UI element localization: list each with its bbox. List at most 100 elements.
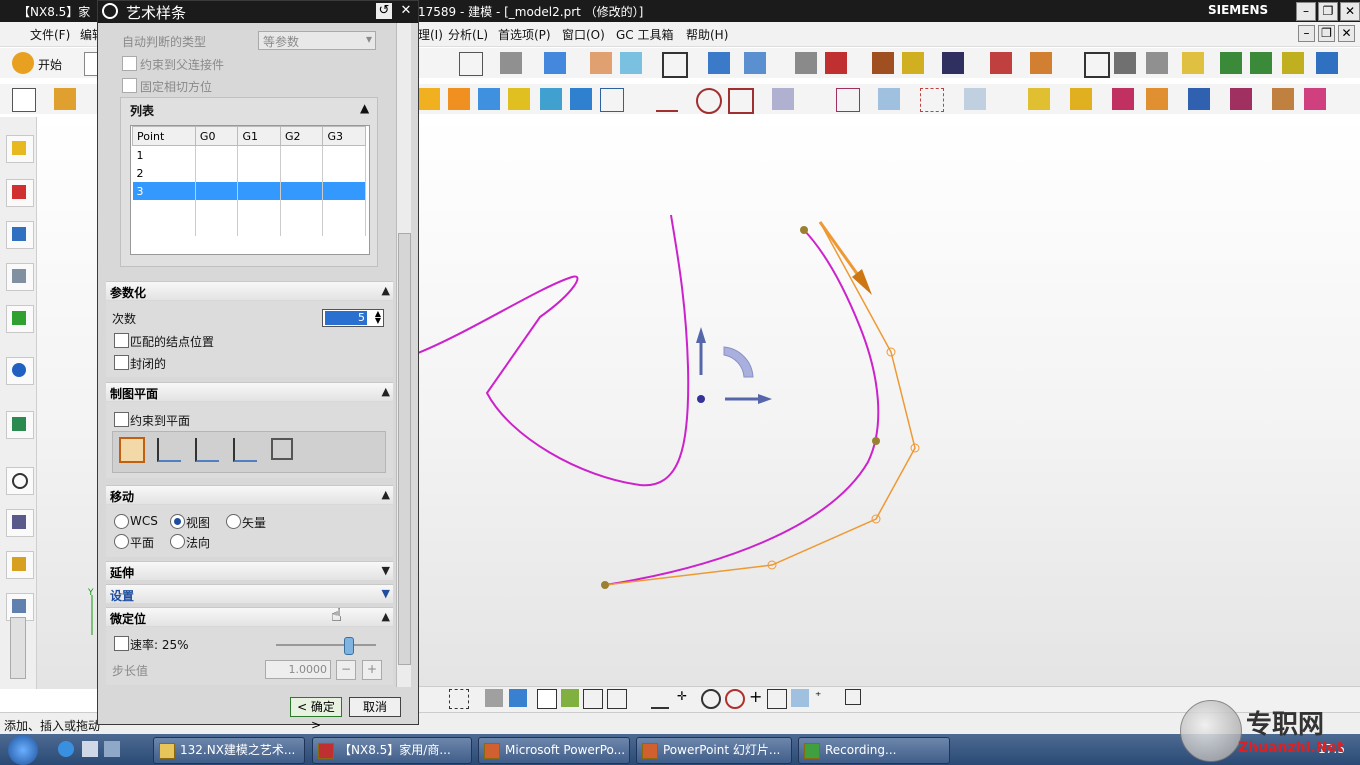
minimize-button[interactable]: – bbox=[1296, 2, 1316, 21]
mesh-icon[interactable] bbox=[540, 88, 562, 110]
view-cube-icon[interactable] bbox=[544, 52, 566, 74]
constraint-checkbox[interactable] bbox=[122, 56, 137, 71]
view-plane-icon[interactable] bbox=[119, 437, 145, 463]
fine-section-header[interactable]: 微定位 ▲ bbox=[106, 607, 393, 626]
resource-scrollbar[interactable] bbox=[10, 617, 26, 679]
curve-icon-1[interactable] bbox=[418, 88, 440, 110]
table-row[interactable]: 2 bbox=[132, 164, 366, 182]
existing-curve[interactable] bbox=[417, 214, 690, 487]
step-increase-button[interactable]: + bbox=[362, 660, 382, 680]
point-on-curve-icon[interactable] bbox=[767, 689, 787, 709]
select-body-icon[interactable] bbox=[485, 689, 503, 707]
rate-checkbox[interactable] bbox=[114, 636, 129, 651]
surface-icon-2[interactable] bbox=[508, 88, 530, 110]
package-icon[interactable] bbox=[1282, 52, 1304, 74]
closed-checkbox[interactable] bbox=[114, 355, 129, 370]
art-spline-curve[interactable] bbox=[604, 229, 880, 586]
ok-button[interactable]: < 确定 > bbox=[290, 697, 342, 732]
snap-point-icon[interactable] bbox=[537, 689, 557, 709]
circle-icon[interactable] bbox=[696, 88, 722, 114]
doc-minimize-button[interactable]: – bbox=[1298, 25, 1315, 42]
bound-icon[interactable] bbox=[920, 88, 944, 112]
snap-settings-icon[interactable] bbox=[561, 689, 579, 707]
ruler-icon[interactable] bbox=[1030, 52, 1052, 74]
doc-close-button[interactable]: ✕ bbox=[1338, 25, 1355, 42]
yz-plane-icon[interactable] bbox=[195, 438, 219, 462]
constrain-plane-checkbox[interactable] bbox=[114, 412, 129, 427]
section-view-icon[interactable] bbox=[708, 52, 730, 74]
match-knots-checkbox[interactable] bbox=[114, 333, 129, 348]
param-section-header[interactable]: 参数化 ▲ bbox=[106, 281, 393, 300]
handle-origin[interactable] bbox=[697, 395, 705, 403]
explorer-icon[interactable] bbox=[82, 741, 98, 757]
cube-outline-icon[interactable] bbox=[600, 88, 624, 112]
spinner-arrows-icon[interactable]: ▲ ▼ bbox=[375, 310, 381, 325]
subtract-icon[interactable] bbox=[1070, 88, 1092, 110]
column-g3[interactable]: G3 bbox=[322, 126, 366, 146]
end-point-icon[interactable] bbox=[583, 689, 603, 709]
reset-icon[interactable]: ↺ bbox=[376, 3, 392, 19]
menu-help[interactable]: 帮助(H) bbox=[686, 26, 728, 43]
plane-icon[interactable] bbox=[836, 88, 860, 112]
spline-point-1[interactable] bbox=[601, 581, 609, 589]
abc-icon[interactable] bbox=[1316, 52, 1338, 74]
taskbar-item-slideshow[interactable]: PowerPoint 幻灯片... bbox=[636, 737, 792, 764]
tree-icon[interactable] bbox=[1220, 52, 1242, 74]
clock-icon[interactable] bbox=[6, 467, 34, 495]
surface-icon-1[interactable] bbox=[478, 88, 500, 110]
part-navigator-icon[interactable] bbox=[6, 221, 34, 249]
menu-preferences[interactable]: 首选项(P) bbox=[498, 26, 551, 43]
table-row-selected[interactable]: 3 bbox=[132, 182, 366, 200]
control-point-icon[interactable] bbox=[651, 689, 669, 709]
step-input[interactable]: 1.0000 bbox=[265, 660, 331, 679]
move-view-radio[interactable] bbox=[170, 514, 185, 529]
chamfer-icon[interactable] bbox=[1188, 88, 1210, 110]
point-table[interactable]: Point G0 G1 G2 G3 1 2 3 bbox=[132, 126, 366, 236]
column-point[interactable]: Point bbox=[132, 126, 196, 146]
assembly-navigator-icon[interactable] bbox=[6, 135, 34, 163]
spline-point-3[interactable] bbox=[800, 226, 808, 234]
render-style-icon[interactable] bbox=[500, 52, 522, 74]
rate-slider-track[interactable] bbox=[276, 644, 376, 646]
select-solid-icon[interactable] bbox=[509, 689, 527, 707]
handle-rotation-arc[interactable] bbox=[723, 346, 754, 378]
extend-section-header[interactable]: 延伸 ▼ bbox=[106, 561, 393, 580]
note-icon[interactable] bbox=[1182, 52, 1204, 74]
taskbar-item-recording[interactable]: Recording... bbox=[798, 737, 950, 764]
blend-icon[interactable] bbox=[1146, 88, 1168, 110]
dialog-close-icon[interactable]: ✕ bbox=[398, 3, 414, 19]
draft-icon[interactable] bbox=[1272, 88, 1294, 110]
orient-view-icon[interactable] bbox=[620, 52, 642, 74]
ie-icon[interactable] bbox=[58, 741, 74, 757]
list-collapse-icon[interactable]: ▲ bbox=[360, 101, 369, 115]
dialog-title-bar[interactable]: 艺术样条 ↺ ✕ bbox=[98, 1, 418, 23]
handle-y-arrow[interactable] bbox=[696, 327, 706, 343]
stack-icon[interactable] bbox=[1114, 52, 1136, 74]
degree-value[interactable]: 5 bbox=[325, 311, 367, 325]
move-wcs-radio[interactable] bbox=[114, 514, 129, 529]
menu-gc-toolbox[interactable]: GC 工具箱 bbox=[616, 26, 674, 43]
web-browser-icon[interactable] bbox=[6, 357, 34, 385]
wcs-icon[interactable] bbox=[744, 52, 766, 74]
handle-x-arrow[interactable] bbox=[758, 394, 772, 404]
move-section-header[interactable]: 移动 ▲ bbox=[106, 485, 393, 504]
unite-icon[interactable] bbox=[1028, 88, 1050, 110]
start-button-label[interactable]: 开始 bbox=[38, 56, 62, 73]
analysis-icon[interactable] bbox=[902, 52, 924, 74]
start-icon[interactable] bbox=[12, 52, 34, 74]
move-plane-radio[interactable] bbox=[114, 534, 129, 549]
close-button[interactable]: ✕ bbox=[1340, 2, 1360, 21]
intersect-icon[interactable] bbox=[1112, 88, 1134, 110]
measure-icon[interactable] bbox=[872, 52, 894, 74]
snap-icon[interactable] bbox=[825, 52, 847, 74]
block-icon[interactable] bbox=[570, 88, 592, 110]
spline-icon[interactable] bbox=[656, 88, 678, 112]
pattern-icon[interactable] bbox=[1304, 88, 1326, 110]
dialog-scrollbar[interactable] bbox=[396, 23, 411, 687]
system-materials-icon[interactable] bbox=[6, 509, 34, 537]
select-rectangle-icon[interactable] bbox=[449, 689, 469, 709]
column-g1[interactable]: G1 bbox=[237, 126, 281, 146]
cancel-button[interactable]: 取消 bbox=[349, 697, 401, 717]
grid-icon[interactable] bbox=[990, 52, 1012, 74]
quadrant-icon[interactable] bbox=[725, 689, 745, 709]
